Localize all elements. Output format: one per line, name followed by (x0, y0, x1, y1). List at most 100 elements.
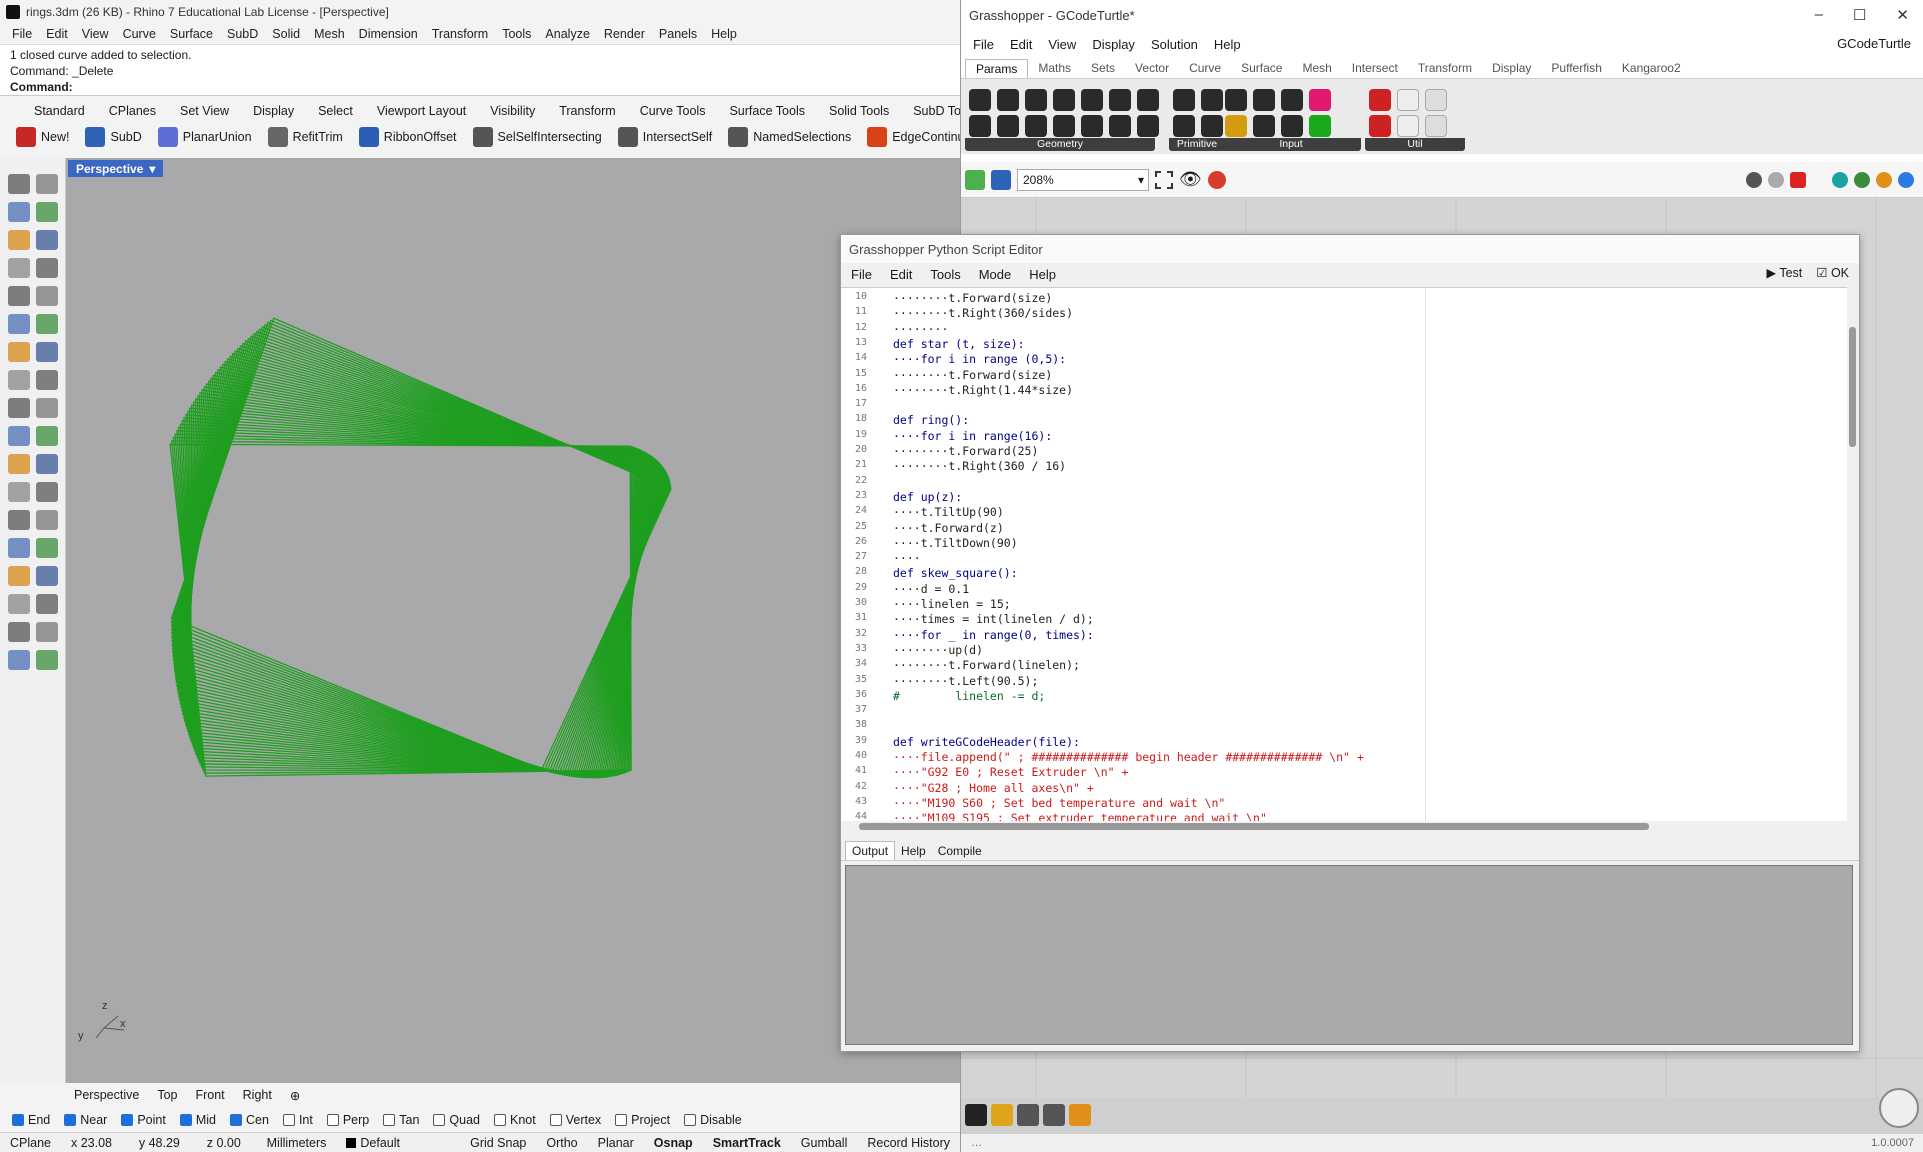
sketch-icon[interactable] (1207, 170, 1226, 189)
gh-menu-solution[interactable]: Solution (1151, 37, 1198, 52)
clipboard-icon[interactable] (1069, 1104, 1091, 1126)
tool-icon[interactable] (8, 426, 30, 446)
toolbar-tab[interactable]: Visibility (478, 104, 547, 118)
tool-icon[interactable] (8, 398, 30, 418)
toolbar-button-namedselections[interactable]: NamedSelections (722, 127, 857, 147)
checkbox[interactable] (282, 1114, 295, 1126)
ribbon-group-label[interactable]: Geometry (965, 138, 1155, 151)
gh-menu-help[interactable]: Help (1214, 37, 1241, 52)
toolbar-tab[interactable]: Viewport Layout (365, 104, 478, 118)
toolbar-button-refittrim[interactable]: RefitTrim (262, 127, 349, 147)
gh-menu-view[interactable]: View (1048, 37, 1076, 52)
checkbox[interactable] (383, 1114, 396, 1126)
component-icon[interactable] (1309, 89, 1331, 111)
tool-icon[interactable] (8, 650, 30, 670)
gh-tab-vector[interactable]: Vector (1125, 59, 1179, 77)
menu-item-edit[interactable]: Edit (46, 27, 68, 41)
toolbar-button-selselfintersecting[interactable]: SelSelfIntersecting (467, 127, 608, 147)
horizontal-scroll-thumb[interactable] (859, 823, 1649, 830)
preview-off-icon[interactable] (1746, 171, 1762, 188)
component-icon[interactable] (1053, 89, 1075, 111)
minimize-icon[interactable]: – (1815, 6, 1823, 24)
tool-icon[interactable] (36, 622, 58, 642)
checkbox[interactable] (326, 1114, 339, 1126)
component-icon[interactable] (1109, 115, 1131, 137)
component-icon[interactable] (1369, 115, 1391, 137)
osnap-near[interactable]: Near (64, 1113, 107, 1127)
tool-icon[interactable] (36, 538, 58, 558)
osnap-cen[interactable]: Cen (230, 1113, 269, 1127)
osnap-vertex[interactable]: Vertex (549, 1113, 601, 1127)
component-icon[interactable] (1225, 115, 1247, 137)
output-tab-help[interactable]: Help (895, 842, 932, 860)
test-button[interactable]: ▶ Test (1766, 265, 1802, 280)
tool-icon[interactable] (36, 370, 58, 390)
gh-tab-intersect[interactable]: Intersect (1342, 59, 1408, 77)
tool-icon[interactable] (8, 286, 30, 306)
checkbox[interactable] (12, 1114, 24, 1126)
tool-icon[interactable] (36, 314, 58, 334)
component-icon[interactable] (1369, 89, 1391, 111)
osnap-point[interactable]: Point (121, 1113, 166, 1127)
viewport-tab-top[interactable]: Top (157, 1088, 177, 1102)
gh-tab-transform[interactable]: Transform (1408, 59, 1482, 77)
tool-icon[interactable] (36, 454, 58, 474)
component-icon[interactable] (1397, 115, 1419, 137)
close-canvas-icon[interactable] (965, 1104, 987, 1126)
component-icon[interactable] (1201, 89, 1223, 111)
status-toggle-record-history[interactable]: Record History (857, 1136, 960, 1150)
menu-item-surface[interactable]: Surface (170, 27, 213, 41)
viewport-title[interactable]: Perspective ▾ (68, 160, 164, 177)
tool-icon[interactable] (8, 594, 30, 614)
wire-tool-icon[interactable] (1017, 1104, 1039, 1126)
component-icon[interactable] (1025, 89, 1047, 111)
checkbox[interactable] (230, 1114, 242, 1126)
ribbon-group-label[interactable]: Primitive (1169, 138, 1225, 151)
menu-item-file[interactable]: File (12, 27, 32, 41)
status-toggle-grid-snap[interactable]: Grid Snap (460, 1136, 536, 1150)
navigation-dial-icon[interactable] (1879, 1088, 1919, 1128)
osnap-mid[interactable]: Mid (179, 1113, 216, 1127)
checkbox[interactable] (549, 1114, 562, 1126)
component-icon[interactable] (969, 115, 991, 137)
vertical-scroll-thumb[interactable] (1849, 327, 1856, 447)
tool-icon[interactable] (8, 174, 30, 194)
toolbar-tab[interactable]: Select (306, 104, 365, 118)
osnap-tan[interactable]: Tan (383, 1113, 419, 1127)
knife-icon[interactable] (1043, 1104, 1065, 1126)
tool-icon[interactable] (8, 566, 30, 586)
component-icon[interactable] (1281, 115, 1303, 137)
component-icon[interactable] (1281, 89, 1303, 111)
toolbar-button-edgecontinuity[interactable]: EdgeContinuity (861, 127, 960, 147)
gh-tab-maths[interactable]: Maths (1028, 59, 1081, 77)
component-icon[interactable] (1109, 89, 1131, 111)
toolbar-tab[interactable]: CPlanes (97, 104, 168, 118)
toolbar-button-subd[interactable]: SubD (79, 127, 147, 147)
component-icon[interactable] (1309, 115, 1331, 137)
output-tab-compile[interactable]: Compile (932, 842, 988, 860)
preview-wire-icon[interactable] (1768, 171, 1784, 188)
component-icon[interactable] (969, 89, 991, 111)
gh-tab-display[interactable]: Display (1482, 59, 1541, 77)
toolbar-tab[interactable]: Set View (168, 104, 241, 118)
palette-icon[interactable] (991, 1104, 1013, 1126)
menu-item-dimension[interactable]: Dimension (359, 27, 418, 41)
status-toggle-smarttrack[interactable]: SmartTrack (703, 1136, 791, 1150)
tool-icon[interactable] (36, 482, 58, 502)
toolbar-button-intersectself[interactable]: IntersectSelf (612, 127, 718, 147)
component-icon[interactable] (1173, 89, 1195, 111)
status-toggle-ortho[interactable]: Ortho (536, 1136, 587, 1150)
gh-tab-curve[interactable]: Curve (1179, 59, 1231, 77)
code-editor[interactable]: 10 ········t.Forward(size) 11 ········t.Rig… (841, 287, 1847, 821)
tool-icon[interactable] (8, 622, 30, 642)
component-icon[interactable] (1397, 89, 1419, 111)
osnap-project[interactable]: Project (615, 1113, 670, 1127)
tool-icon[interactable] (8, 314, 30, 334)
component-icon[interactable] (1173, 115, 1195, 137)
tool-icon[interactable] (36, 258, 58, 278)
cplane-label[interactable]: CPlane (0, 1136, 61, 1150)
tool-icon[interactable] (8, 482, 30, 502)
toolbar-tab[interactable]: Standard (22, 104, 97, 118)
tool-icon[interactable] (36, 650, 58, 670)
toolbar-tab[interactable]: Surface Tools (717, 104, 817, 118)
